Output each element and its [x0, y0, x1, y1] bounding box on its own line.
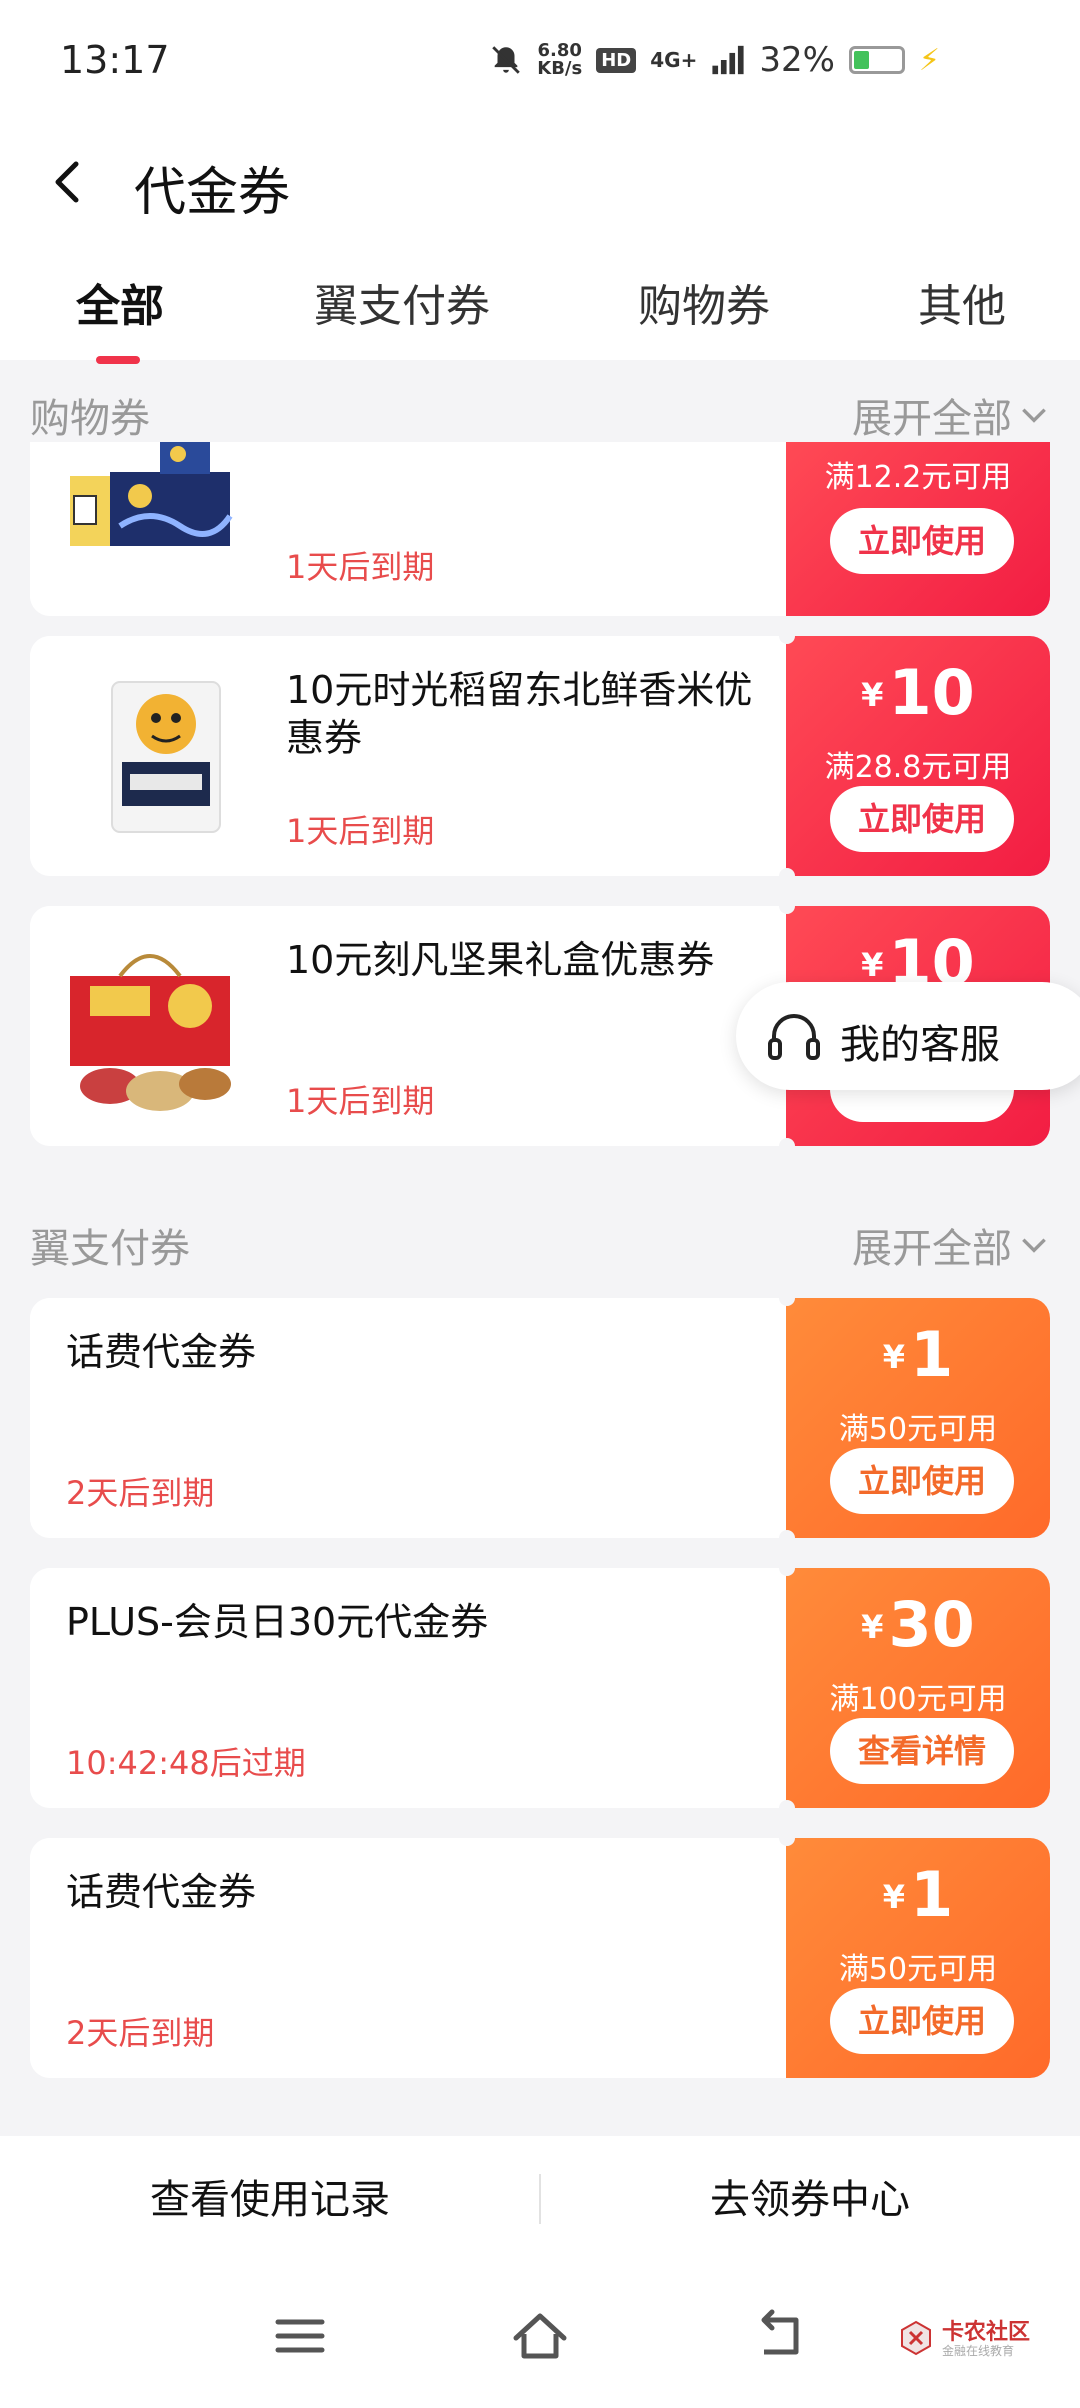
condition-text: 满12.2元可用	[824, 460, 1012, 495]
coupon-info: 1天后到期	[30, 442, 786, 616]
coupon-title: 10元时光稻留东北鲜香米优惠券	[286, 668, 753, 760]
coupon-card[interactable]: 1天后到期 满12.2元可用 立即使用	[30, 442, 1050, 616]
tab-yipay[interactable]: 翼支付券	[314, 270, 490, 334]
battery-percent: 32%	[759, 40, 835, 80]
tab-bar: 全部 翼支付券 购物券 其他	[0, 270, 1080, 364]
section-header-yipay: 翼支付券 展开全部	[30, 1206, 1050, 1276]
expire-text: 10:42:48后过期	[66, 1744, 306, 1782]
status-time: 13:17	[60, 38, 170, 82]
back-arrow-icon[interactable]	[40, 152, 100, 212]
condition-text: 满50元可用	[838, 1952, 998, 1987]
starry-night-gift-box-image	[70, 442, 233, 546]
coupon-title: 10元刻凡坚果礼盒优惠券	[286, 938, 715, 982]
currency-symbol: ¥	[861, 1608, 884, 1646]
expire-text: 1天后到期	[286, 548, 435, 586]
signal-icon	[712, 45, 744, 75]
chevron-down-icon	[1022, 408, 1046, 423]
coupon-title: 话费代金券	[66, 1870, 257, 1914]
expand-label: 展开全部	[852, 396, 1012, 442]
screen: 13:17 6.80 KB/s HD 4G+ 32% ⚡ 代金券 全部 翼支付券…	[0, 0, 1080, 2408]
rice-bag-image	[111, 681, 221, 833]
coupon-info: 10元时光稻留东北鲜香米优惠券 1天后到期	[30, 636, 786, 876]
tab-shopping[interactable]: 购物券	[638, 270, 770, 334]
coupon-card[interactable]: 话费代金券 2天后到期 ¥ 1 满50元可用 立即使用	[30, 1298, 1050, 1538]
coupon-info: PLUS-会员日30元代金券 10:42:48后过期	[30, 1568, 786, 1808]
kanong-logo-icon	[901, 2320, 931, 2356]
watermark-logo: 卡农社区 金融在线教育	[896, 2312, 1056, 2372]
amount-value: 1	[910, 1858, 954, 1931]
coupon-card[interactable]: 10元时光稻留东北鲜香米优惠券 1天后到期 ¥ 10 满28.8元可用 立即使用	[30, 636, 1050, 876]
expand-all-button[interactable]: 展开全部	[852, 386, 1050, 444]
coupon-center-button[interactable]: 去领券中心	[540, 2136, 1080, 2264]
nut-gift-box-image	[70, 954, 231, 1111]
hd-badge: HD	[596, 47, 637, 73]
view-details-button[interactable]: 查看详情	[830, 1718, 1014, 1784]
coupon-info: 10元刻凡坚果礼盒优惠券 1天后到期	[30, 906, 786, 1146]
section-title: 翼支付券	[30, 1226, 190, 1272]
use-now-button[interactable]: 立即使用	[830, 1988, 1014, 2054]
section-header-shopping: 购物券 展开全部	[30, 376, 1050, 446]
use-now-button[interactable]: 立即使用	[830, 1448, 1014, 1514]
menu-icon[interactable]	[268, 2304, 332, 2368]
coupon-title: PLUS-会员日30元代金券	[66, 1600, 489, 1644]
currency-symbol: ¥	[882, 1878, 906, 1916]
system-nav-bar: 卡农社区 金融在线教育	[0, 2264, 1080, 2408]
expire-text: 1天后到期	[286, 812, 435, 850]
battery-icon	[848, 46, 905, 74]
use-now-button[interactable]: 立即使用	[830, 508, 1014, 574]
coupon-info: 话费代金券 2天后到期	[30, 1838, 786, 2078]
header: 代金券 全部 翼支付券 购物券 其他	[0, 120, 1080, 364]
headset-icon	[768, 1014, 820, 1060]
expand-label: 展开全部	[852, 1226, 1012, 1272]
use-now-button[interactable]: 立即使用	[830, 786, 1014, 852]
status-icons: 6.80 KB/s HD 4G+ 32% ⚡	[489, 40, 940, 80]
currency-symbol: ¥	[861, 946, 884, 984]
coupon-list[interactable]: 购物券 展开全部 1天后到期 满12.2元可用 立即使用 10元时光稻留东北鲜香…	[0, 376, 1080, 2136]
charging-icon: ⚡	[918, 42, 940, 78]
amount-value: 1	[910, 1318, 954, 1391]
expire-text: 2天后到期	[66, 1474, 215, 1512]
mute-bell-icon	[492, 46, 521, 74]
expire-text: 1天后到期	[286, 1082, 435, 1120]
coupon-title: 话费代金券	[66, 1330, 257, 1374]
network-speed: 6.80 KB/s	[537, 42, 582, 78]
coupon-value-panel: ¥ 1 满50元可用 立即使用	[786, 1838, 1050, 2078]
condition-text: 满28.8元可用	[824, 750, 1012, 785]
page-title: 代金券	[134, 163, 291, 223]
coupon-value-panel: ¥ 30 满100元可用 查看详情	[786, 1568, 1050, 1808]
currency-symbol: ¥	[861, 676, 884, 714]
bottom-action-bar: 查看使用记录 去领券中心	[0, 2136, 1080, 2264]
coupon-amount: ¥ 30	[786, 1588, 1050, 1661]
coupon-amount: ¥ 1	[786, 1858, 1050, 1931]
status-bar: 13:17 6.80 KB/s HD 4G+ 32% ⚡	[0, 0, 1080, 120]
customer-service-button[interactable]: 我的客服	[736, 982, 1080, 1090]
coupon-value-panel: ¥ 10 满28.8元可用 立即使用	[786, 636, 1050, 876]
tab-all[interactable]: 全部	[76, 270, 164, 334]
coupon-value-panel: 满12.2元可用 立即使用	[786, 442, 1050, 616]
tab-other[interactable]: 其他	[918, 270, 1006, 334]
coupon-card[interactable]: 话费代金券 2天后到期 ¥ 1 满50元可用 立即使用	[30, 1838, 1050, 2078]
usage-history-button[interactable]: 查看使用记录	[0, 2136, 540, 2264]
network-type: 4G+	[650, 48, 698, 72]
coupon-amount: ¥ 1	[786, 1318, 1050, 1391]
condition-text: 满50元可用	[838, 1412, 998, 1447]
expire-text: 2天后到期	[66, 2014, 215, 2052]
customer-service-label: 我的客服	[840, 1022, 1000, 1068]
chevron-down-icon	[1022, 1238, 1046, 1253]
active-tab-indicator	[96, 356, 140, 364]
amount-value: 30	[888, 1588, 975, 1661]
coupon-value-panel: ¥ 1 满50元可用 立即使用	[786, 1298, 1050, 1538]
amount-value: 10	[888, 656, 975, 729]
coupon-card[interactable]: PLUS-会员日30元代金券 10:42:48后过期 ¥ 30 满100元可用 …	[30, 1568, 1050, 1808]
coupon-info: 话费代金券 2天后到期	[30, 1298, 786, 1538]
currency-symbol: ¥	[882, 1338, 906, 1376]
section-title: 购物券	[30, 396, 150, 442]
speed-unit: KB/s	[537, 58, 583, 79]
back-icon[interactable]	[748, 2304, 812, 2368]
home-icon[interactable]	[508, 2304, 572, 2368]
expand-all-button[interactable]: 展开全部	[852, 1216, 1050, 1274]
watermark-subtitle: 金融在线教育	[942, 2344, 1015, 2358]
coupon-amount: ¥ 10	[786, 656, 1050, 729]
condition-text: 满100元可用	[829, 1682, 1007, 1717]
